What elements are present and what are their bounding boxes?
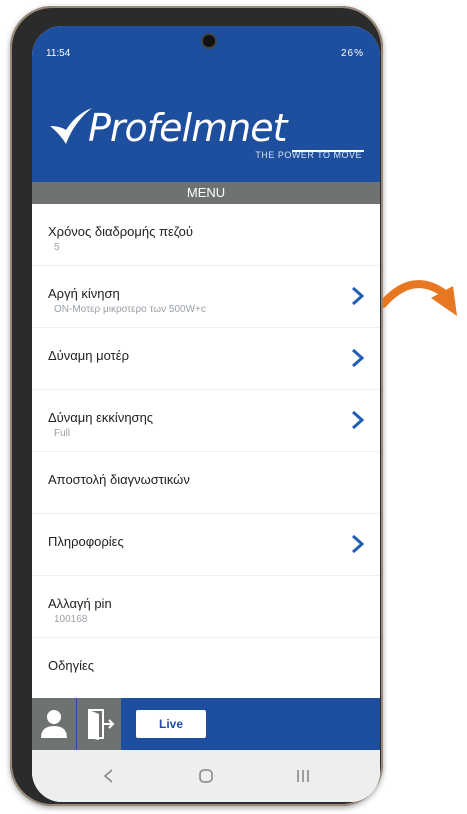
curved-arrow-icon [383,280,457,316]
menu-item-label: Πληροφορίες [48,534,124,549]
brand-logo: Profelmnet [88,106,287,150]
menu-item-label: Χρόνος διαδρομής πεζού [48,224,193,239]
bottom-toolbar: Live [32,698,380,750]
system-nav-bar [32,750,380,802]
menu-item-label: Αργή κίνηση [48,286,120,301]
chevron-right-icon [352,348,365,368]
brand-tagline: THE POWER TO MOVE [255,150,362,160]
menu-item-start-power[interactable]: Δύναμη εκκίνησης Full [32,390,380,452]
menu-item-label: Οδηγίες [48,658,95,673]
status-battery: 26% [340,48,364,59]
menu-item-motor-power[interactable]: Δύναμη μοτέρ [32,328,380,390]
menu-item-value: Full [54,428,71,439]
menu-item-label: Δύναμη εκκίνησης [48,410,154,425]
person-icon [41,710,67,738]
user-button[interactable] [32,698,76,750]
chevron-right-icon [352,534,365,554]
recents-icon[interactable] [288,764,318,788]
menu-item-send-diagnostics[interactable]: Αποστολή διαγνωστικών [32,452,380,514]
menu-title: MENU [186,185,226,200]
menu-list: Χρόνος διαδρομής πεζού 5 Αργή κίνηση ON-… [32,204,380,700]
menu-item-instructions[interactable]: Οδηγίες [32,638,380,700]
menu-item-value: 5 [54,242,60,253]
status-bar: 11:54 26% [32,26,380,64]
menu-item-walk-time[interactable]: Χρόνος διαδρομής πεζού 5 [32,204,380,266]
phone-screen: 11:54 26% Profelmnet THE POWER TO MOVE M… [32,26,380,802]
menu-title-bar: MENU [32,182,380,204]
menu-item-label: Αποστολή διαγνωστικών [48,472,190,487]
menu-item-value: 100168 [54,614,88,625]
menu-item-info[interactable]: Πληροφορίες [32,514,380,576]
menu-item-label: Δύναμη μοτέρ [48,348,130,363]
chevron-right-icon [352,410,365,430]
menu-item-change-pin[interactable]: Αλλαγή pin 100168 [32,576,380,638]
home-icon[interactable] [191,764,221,788]
back-icon[interactable] [94,764,124,788]
menu-item-value: ON-Μοτερ μικροτερο των 500W+c [54,304,206,315]
menu-item-label: Αλλαγή pin [48,596,112,611]
status-time: 11:54 [46,48,71,59]
phone-frame: 11:54 26% Profelmnet THE POWER TO MOVE M… [10,6,383,806]
app-header: Profelmnet THE POWER TO MOVE [32,64,380,182]
exit-door-icon [88,709,115,740]
chevron-right-icon [352,286,365,306]
exit-button[interactable] [77,698,121,750]
menu-item-slow-motion[interactable]: Αργή κίνηση ON-Μοτερ μικροτερο των 500W+… [32,266,380,328]
live-button[interactable]: Live [136,710,206,738]
front-camera [203,35,215,47]
